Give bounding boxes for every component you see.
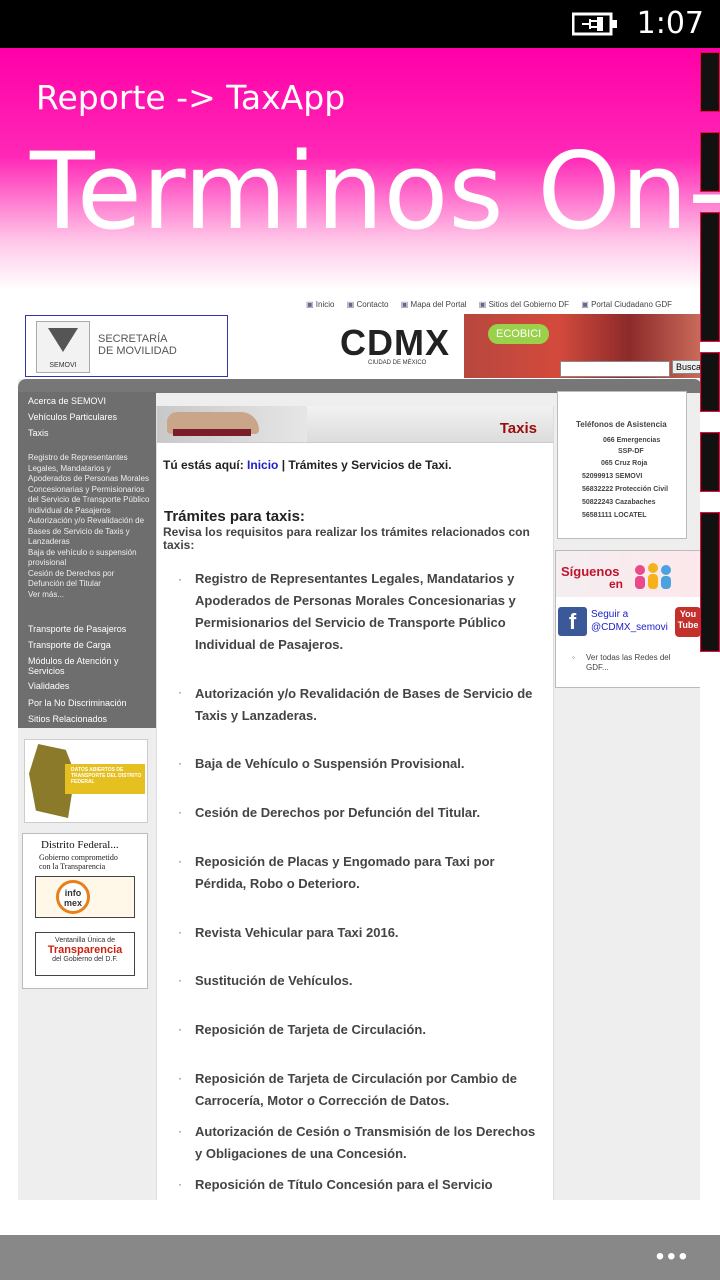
phone-row: 065 Cruz Roja: [601, 460, 648, 467]
nav-carga[interactable]: Transporte de Carga: [28, 640, 154, 650]
bullet: ·: [178, 854, 182, 868]
ecobici-tag: ECOBICI: [488, 324, 550, 344]
nav-sub-item[interactable]: Baja de vehículo o suspensión provisiona…: [28, 548, 152, 569]
phone-row: 56581111 LOCATEL: [582, 512, 647, 519]
social-header: Síguenos en: [556, 551, 700, 597]
bullet: ·: [178, 572, 182, 586]
datos-abiertos-banner[interactable]: DATOS ABIERTOS DE TRANSPORTE DEL DISTRIT…: [24, 739, 148, 823]
infomex-logo: info mex: [56, 880, 90, 914]
requirement-link[interactable]: Reposición de Tarjeta de Circulación por…: [195, 1068, 543, 1112]
requirement-link[interactable]: Reposición de Título Concesión para el S…: [195, 1174, 543, 1196]
breadcrumb-home-link[interactable]: Inicio: [247, 458, 278, 472]
link-mapa[interactable]: Mapa del Portal: [401, 300, 467, 309]
phones-box: Teléfonos de Asistencia 066 Emergencias …: [557, 391, 687, 539]
all-networks-link[interactable]: Ver todas las Redes del GDF...: [572, 653, 686, 673]
bullet: ·: [178, 1177, 182, 1191]
nav-sub-item[interactable]: Ver más...: [28, 590, 152, 601]
infomex-banner[interactable]: info mex: [35, 876, 135, 918]
semovi-icon: SEMOVI: [36, 321, 90, 373]
nav-discriminacion[interactable]: Por la No Discriminación: [28, 698, 154, 708]
requirement-link[interactable]: Sustitución de Vehículos.: [195, 970, 543, 992]
cdmx-subtitle: CIUDAD DE MÉXICO: [368, 360, 427, 366]
phone-row: SSP-DF: [618, 448, 644, 455]
cdmx-logo[interactable]: CDMX: [340, 322, 450, 364]
left-nav: Acerca de SEMOVI Vehículos Particulares …: [18, 392, 156, 728]
nav-relacionados[interactable]: Sitios Relacionados: [28, 714, 154, 724]
bullet: ·: [178, 805, 182, 819]
top-links: Inicio Contacto Mapa del Portal Sitios d…: [306, 300, 682, 309]
breadcrumb: Tú estás aquí: Inicio | Trámites y Servi…: [163, 458, 452, 472]
link-portal[interactable]: Portal Ciudadano GDF: [581, 300, 672, 309]
requirement-link[interactable]: Autorización de Cesión o Transmisión de …: [195, 1121, 543, 1165]
bullet: ·: [178, 973, 182, 987]
semovi-logo[interactable]: SEMOVI SECRETARÍA DE MOVILIDAD: [25, 315, 228, 377]
app-bar: •••: [0, 1235, 720, 1280]
nav-vialidades[interactable]: Vialidades: [28, 681, 154, 691]
ventanilla-banner[interactable]: Ventanilla Única de Transparencia del Go…: [35, 932, 135, 976]
overflow-glyph-strip: [700, 48, 720, 1198]
web-view[interactable]: Inicio Contacto Mapa del Portal Sitios d…: [0, 290, 700, 1200]
content-intro: Revisa los requisitos para realizar los …: [163, 525, 530, 552]
requirement-link[interactable]: Autorización y/o Revalidación de Bases d…: [195, 683, 543, 727]
nav-sub-item[interactable]: Registro de Representantes Legales, Mand…: [28, 453, 152, 516]
datos-abiertos-label: DATOS ABIERTOS DE TRANSPORTE DEL DISTRIT…: [65, 764, 145, 794]
content-heading: Trámites para taxis:: [164, 508, 305, 525]
link-sitios[interactable]: Sitios del Gobierno DF: [479, 300, 569, 309]
battery-charging-icon: [572, 12, 617, 36]
youtube-icon[interactable]: You Tube: [675, 607, 700, 637]
bullet: ·: [178, 1124, 182, 1138]
bullet: ·: [178, 1022, 182, 1036]
more-options-button[interactable]: •••: [656, 1243, 690, 1271]
search-button[interactable]: Buscar: [672, 360, 700, 374]
nav-sub-item[interactable]: Autorización y/o Revalidación de Bases d…: [28, 516, 152, 548]
nav-modulos[interactable]: Módulos de Atención y Servicios: [28, 656, 154, 676]
main-content: Taxis Tú estás aquí: Inicio | Trámites y…: [156, 406, 554, 1200]
bullet: ·: [178, 925, 182, 939]
nav-taxis[interactable]: Taxis: [28, 428, 154, 438]
phones-title: Teléfonos de Asistencia: [576, 420, 667, 429]
follow-link[interactable]: Seguir a @CDMX_semovi: [591, 608, 668, 634]
transparencia-banner: Distrito Federal... Gobierno comprometid…: [22, 833, 148, 989]
phone-row: 56832222 Protección Civil: [582, 486, 669, 493]
requirement-link[interactable]: Baja de Vehículo o Suspensión Provisiona…: [195, 753, 543, 775]
nav-vehiculos[interactable]: Vehículos Particulares: [28, 412, 154, 422]
social-box: Síguenos en f Seguir a @CDMX_semovi You …: [555, 550, 700, 688]
facebook-icon[interactable]: f: [558, 607, 587, 636]
nav-taxis-submenu: Registro de Representantes Legales, Mand…: [28, 453, 152, 600]
requirement-link[interactable]: Registro de Representantes Legales, Mand…: [195, 568, 543, 656]
requirement-link[interactable]: Revista Vehicular para Taxi 2016.: [195, 922, 543, 944]
requirement-link[interactable]: Cesión de Derechos por Defunción del Tit…: [195, 802, 543, 824]
phone-row: 50822243 Cazabaches: [582, 499, 656, 506]
bullet: ·: [178, 685, 182, 699]
phone-row: 52099913 SEMOVI: [582, 473, 643, 480]
search-input[interactable]: [560, 361, 670, 377]
phone-row: 066 Emergencias: [603, 437, 661, 444]
nav-pasajeros[interactable]: Transporte de Pasajeros: [28, 624, 154, 634]
status-bar: 1:07: [0, 0, 720, 48]
page-title: Terminos On-L: [30, 130, 720, 253]
people-icon: [635, 563, 671, 589]
nav-sub-item[interactable]: Cesión de Derechos por Defunción del Tit…: [28, 569, 152, 590]
taxi-image: [157, 406, 307, 442]
app-subtitle: Reporte -> TaxApp: [36, 78, 346, 117]
requirement-link[interactable]: Reposición de Tarjeta de Circulación.: [195, 1019, 543, 1041]
link-inicio[interactable]: Inicio: [306, 300, 334, 309]
requirement-link[interactable]: Reposición de Placas y Engomado para Tax…: [195, 851, 543, 895]
bullet: ·: [178, 756, 182, 770]
section-title: Taxis: [499, 420, 537, 437]
clock: 1:07: [636, 6, 704, 41]
bullet: ·: [178, 1071, 182, 1085]
section-header: Taxis: [157, 406, 553, 443]
nav-acerca[interactable]: Acerca de SEMOVI: [28, 396, 154, 406]
link-contacto[interactable]: Contacto: [347, 300, 389, 309]
app-header: Reporte -> TaxApp Terminos On-L: [0, 48, 720, 290]
